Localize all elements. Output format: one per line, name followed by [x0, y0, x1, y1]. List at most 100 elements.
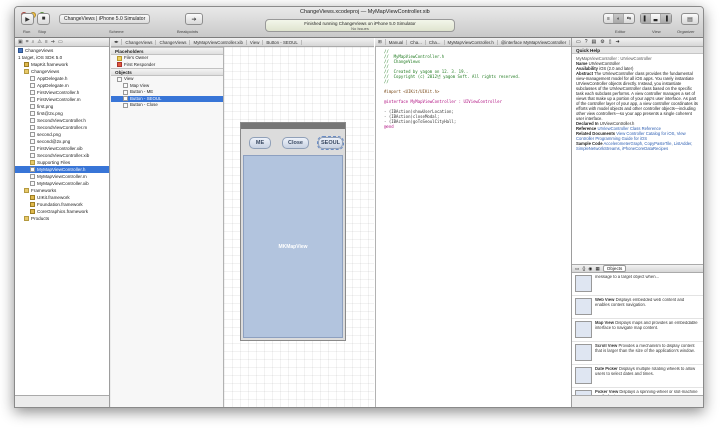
library-item[interactable]: message to a target object when... [572, 273, 703, 296]
code-snippet-icon[interactable]: {} [582, 266, 585, 271]
scheme-selector[interactable]: ChangeViews | iPhone 5.0 Simulator [59, 14, 151, 24]
code-jump-item[interactable]: Manual [386, 39, 408, 45]
objects-header: Objects [111, 68, 223, 76]
code-jump-bar[interactable]: ⊞ Manual Cha... Cha... MyMapViewControll… [375, 38, 571, 47]
navigator-item[interactable]: FirstViewController.h [15, 89, 109, 96]
ib-jump-item[interactable]: MyMapViewController.xib [190, 39, 247, 45]
navigator-item[interactable]: SecondViewController.m [15, 124, 109, 131]
library-item[interactable]: Web View Displays embedded web content a… [572, 296, 703, 319]
code-jump-item[interactable]: @interface MyMapViewController [498, 39, 571, 45]
editor-mode-control[interactable]: ≡ ◐ ⇆ [603, 13, 635, 24]
navigator-item[interactable]: SecondViewController.h [15, 117, 109, 124]
navigator-item[interactable]: AppDelegate.h [15, 75, 109, 82]
navigator-item[interactable]: Products [15, 215, 109, 222]
library-item-icon [575, 298, 592, 315]
debug-toggle-icon[interactable]: ▃ [651, 14, 661, 23]
navigator-item[interactable]: Supporting Files [15, 159, 109, 166]
object-library-icon[interactable]: ◉ [588, 266, 592, 272]
search-tab-icon[interactable]: ⌕ [32, 39, 35, 45]
navigator-item[interactable]: first.png [15, 103, 109, 110]
navigator-item[interactable]: second.png [15, 131, 109, 138]
navigator-item[interactable]: CoreGraphics.framework [15, 208, 109, 215]
library-selector[interactable]: Objects [602, 265, 627, 272]
outline-item[interactable]: Button - Close [111, 102, 223, 109]
scheme-caption: Scheme [109, 29, 124, 34]
navigator-item[interactable]: Foundation.framework [15, 201, 109, 208]
identity-inspector-icon[interactable]: ▤ [592, 39, 597, 45]
breakpoint-tab-icon[interactable]: ➔ [51, 39, 55, 45]
standard-editor-icon[interactable]: ≡ [604, 14, 614, 23]
ib-jump-item[interactable]: Button - SEOUL [263, 39, 302, 45]
library-item[interactable]: Map View Displays maps and provides an e… [572, 319, 703, 342]
navigator-item[interactable]: ChangeViews [15, 68, 109, 75]
navigator-item[interactable]: MyMapViewController.h [15, 166, 109, 173]
library-item[interactable]: Picker View Displays a spinning-wheel or… [572, 388, 703, 395]
library-item-text: Map View Displays maps and provides an e… [595, 321, 700, 339]
navigator-item-label: MyMapViewController.h [37, 167, 86, 172]
navigator-item[interactable]: MyMapViewController.m [15, 173, 109, 180]
ib-jump-item[interactable]: ChangeViews [122, 39, 157, 45]
file-icon [30, 83, 35, 88]
framework-icon [30, 202, 35, 207]
navigator-item[interactable]: MyMapViewController.xib [15, 180, 109, 187]
debug-tab-icon[interactable]: ≡ [45, 39, 48, 45]
ib-jump-item[interactable]: ChangeViews [156, 39, 191, 45]
library-item-text: message to a target object when... [595, 275, 659, 293]
navigator-item-label: first.png [37, 104, 54, 109]
ib-canvas[interactable]: ME Close SEOUL MKMapView [224, 47, 374, 407]
assistant-editor-icon[interactable]: ◐ [614, 14, 624, 23]
library-filter-bar[interactable] [572, 395, 703, 407]
ib-jump-item[interactable]: View [247, 39, 264, 45]
utilities-toggle-icon[interactable]: ▐ [661, 14, 671, 23]
navigator-toggle-icon[interactable]: ▌ [641, 14, 651, 23]
navigator-item[interactable]: UIKit.framework [15, 194, 109, 201]
code-jump-item[interactable]: MyMapViewController.h [445, 39, 498, 45]
library-item[interactable]: Date Picker Displays multiple rotating w… [572, 365, 703, 388]
outline-item-label: Button - Close [130, 102, 158, 107]
folder-icon [24, 216, 29, 221]
related-files-icon[interactable]: ⊞ [375, 39, 386, 45]
back-icon[interactable]: ◂▸ [111, 39, 123, 45]
issue-tab-icon[interactable]: ⚠ [37, 39, 41, 45]
navigator-item[interactable]: FirstViewController.m [15, 96, 109, 103]
stop-button[interactable]: ■ [37, 13, 50, 25]
code-jump-item[interactable]: Cha... [426, 39, 445, 45]
media-library-icon[interactable]: ▦ [595, 266, 599, 272]
placeholders-header: Placeholders [111, 47, 223, 55]
organizer-button[interactable]: ▤ [681, 13, 699, 25]
map-view[interactable]: MKMapView [243, 155, 343, 338]
attributes-inspector-icon[interactable]: ⚙ [600, 39, 604, 45]
navigator-item[interactable]: ChangeViews [15, 47, 109, 54]
library-item[interactable]: Scroll View Provides a mechanism to disp… [572, 342, 703, 365]
code-jump-item[interactable]: Cha... [407, 39, 426, 45]
log-tab-icon[interactable]: ▭ [58, 39, 63, 45]
run-button[interactable]: ▶ [21, 13, 34, 25]
file-inspector-icon[interactable]: ▭ [576, 39, 581, 45]
ib-jump-bar[interactable]: ◂▸ ChangeViews ChangeViews MyMapViewCont… [111, 38, 374, 47]
navigator-item-label: MyMapViewController.xib [37, 181, 89, 186]
navigator-item[interactable]: AppDelegate.m [15, 82, 109, 89]
navigator-filter-bar[interactable] [15, 395, 109, 407]
view-frame[interactable]: ME Close SEOUL MKMapView [240, 122, 346, 341]
navigator-item[interactable]: SecondViewController.xib [15, 152, 109, 159]
connections-inspector-icon[interactable]: ➜ [616, 39, 620, 45]
navigator-item[interactable]: FirstViewController.xib [15, 145, 109, 152]
version-editor-icon[interactable]: ⇆ [624, 14, 634, 23]
navigator-item[interactable]: Frameworks [15, 187, 109, 194]
navigator-item[interactable]: 1 target, iOS SDK 5.0 [15, 54, 109, 61]
folder-tab-icon[interactable]: ▣ [18, 39, 23, 45]
symbol-tab-icon[interactable]: ⌗ [26, 39, 29, 45]
quick-help-icon[interactable]: ? [585, 39, 588, 45]
file-template-icon[interactable]: ▭ [575, 266, 579, 272]
navigator-item[interactable]: first@2x.png [15, 110, 109, 117]
view-icon [123, 89, 128, 95]
navigator-item[interactable]: MapKit.framework [15, 61, 109, 68]
view-control[interactable]: ▌ ▃ ▐ [640, 13, 672, 24]
source-editor[interactable]: //// MyMapViewController.h// ChangeViews… [375, 47, 571, 407]
navigator-item[interactable]: second@2x.png [15, 138, 109, 145]
breakpoints-button[interactable]: ➔ [185, 13, 203, 25]
seoul-button[interactable]: SEOUL [317, 136, 344, 150]
size-inspector-icon[interactable]: ▯ [609, 39, 612, 45]
close-button[interactable]: Close [282, 137, 309, 149]
me-button[interactable]: ME [249, 137, 271, 149]
